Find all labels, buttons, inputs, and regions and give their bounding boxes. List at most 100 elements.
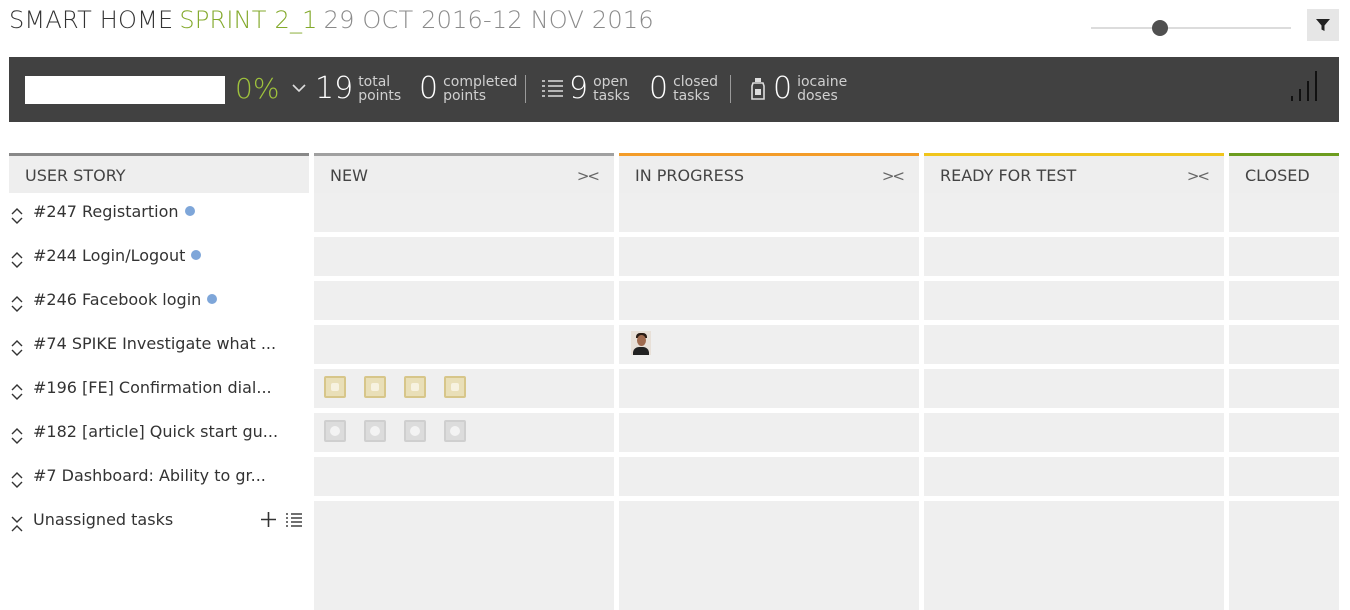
- cell-new[interactable]: [314, 457, 614, 496]
- story-title[interactable]: #246 Facebook login: [33, 290, 218, 309]
- filter-icon: [1316, 19, 1330, 31]
- expand-icon[interactable]: [9, 383, 25, 401]
- expand-icon[interactable]: [9, 427, 25, 445]
- fold-column-icon[interactable]: ><: [882, 167, 905, 185]
- plus-icon[interactable]: [260, 511, 277, 528]
- story-row[interactable]: #74 SPIKE Investigate what ...: [9, 325, 309, 365]
- cell-in-progress[interactable]: [619, 325, 919, 364]
- column-title: CLOSED: [1245, 166, 1310, 185]
- task-card[interactable]: [404, 376, 426, 398]
- cell-ready-for-test[interactable]: [924, 237, 1224, 276]
- cell-closed[interactable]: [1229, 501, 1339, 610]
- story-title[interactable]: #244 Login/Logout: [33, 246, 202, 265]
- cell-in-progress[interactable]: [619, 413, 919, 452]
- cell-ready-for-test[interactable]: [924, 413, 1224, 452]
- cell-in-progress[interactable]: [619, 237, 919, 276]
- expand-icon[interactable]: [9, 471, 25, 489]
- sprint-dates: 29 OCT 2016-12 NOV 2016: [323, 6, 654, 34]
- open-tasks-stat: 9 open tasks: [541, 71, 630, 107]
- sprint-progress-bar: [25, 76, 225, 104]
- stats-divider: [525, 75, 526, 103]
- story-row[interactable]: #196 [FE] Confirmation dial...: [9, 369, 309, 409]
- completed-points-value: 0: [419, 71, 439, 106]
- zoom-slider-handle[interactable]: [1152, 20, 1168, 36]
- closed-tasks-label: closed tasks: [673, 74, 719, 104]
- expand-icon[interactable]: [9, 207, 25, 225]
- signal-bars-icon[interactable]: [1289, 69, 1325, 103]
- sprint-name: SPRINT 2_1: [179, 6, 318, 34]
- cell-in-progress[interactable]: [619, 369, 919, 408]
- page-title: SMART HOME SPRINT 2_1 29 OCT 2016-12 NOV 2…: [9, 6, 654, 34]
- cell-ready-for-test[interactable]: [924, 369, 1224, 408]
- story-row[interactable]: #7 Dashboard: Ability to gr...: [9, 457, 309, 497]
- fold-column-icon[interactable]: ><: [1187, 167, 1210, 185]
- story-title[interactable]: #7 Dashboard: Ability to gr...: [33, 466, 266, 485]
- cell-closed[interactable]: [1229, 281, 1339, 320]
- story-title[interactable]: #196 [FE] Confirmation dial...: [33, 378, 272, 397]
- task-card[interactable]: [404, 420, 426, 442]
- cell-in-progress[interactable]: [619, 193, 919, 232]
- column-title: IN PROGRESS: [635, 166, 745, 185]
- sprint-stats-bar: 0% 19 total points 0 completed points 9 op…: [9, 57, 1339, 122]
- cell-closed[interactable]: [1229, 413, 1339, 452]
- closed-tasks-value: 0: [649, 71, 669, 106]
- zoom-slider-track[interactable]: [1091, 27, 1291, 29]
- cell-closed[interactable]: [1229, 193, 1339, 232]
- cell-closed[interactable]: [1229, 325, 1339, 364]
- cell-new[interactable]: [314, 281, 614, 320]
- story-title[interactable]: #182 [article] Quick start gu...: [33, 422, 278, 441]
- expand-icon[interactable]: [9, 251, 25, 269]
- chevron-down-icon[interactable]: [291, 82, 307, 94]
- cell-in-progress[interactable]: [619, 457, 919, 496]
- cell-ready-for-test[interactable]: [924, 281, 1224, 320]
- column-header-user-story: USER STORY: [9, 153, 309, 193]
- list-icon[interactable]: [285, 511, 303, 528]
- column-title: USER STORY: [25, 166, 126, 185]
- list-icon: [542, 80, 563, 97]
- iocaine-stat: 0 iocaine doses: [749, 71, 847, 107]
- story-row[interactable]: #244 Login/Logout: [9, 237, 309, 277]
- status-dot: [184, 206, 195, 216]
- task-card[interactable]: [324, 420, 346, 442]
- iocaine-label: iocaine doses: [797, 74, 848, 104]
- task-card[interactable]: [364, 420, 386, 442]
- cell-ready-for-test[interactable]: [924, 325, 1224, 364]
- task-card[interactable]: [444, 420, 466, 442]
- task-card[interactable]: [364, 376, 386, 398]
- story-title[interactable]: #247 Registartion: [33, 202, 195, 221]
- column-header-in-progress: IN PROGRESS ><: [619, 153, 919, 193]
- cell-ready-for-test[interactable]: [924, 457, 1224, 496]
- expand-icon[interactable]: [9, 339, 25, 357]
- open-tasks-value: 9: [569, 71, 589, 106]
- closed-tasks-stat: 0 closed tasks: [649, 71, 718, 107]
- cell-closed[interactable]: [1229, 237, 1339, 276]
- story-row[interactable]: #247 Registartion: [9, 193, 309, 233]
- cell-closed[interactable]: [1229, 457, 1339, 496]
- cell-in-progress[interactable]: [619, 281, 919, 320]
- cell-new[interactable]: [314, 193, 614, 232]
- expand-icon[interactable]: [9, 295, 25, 313]
- cell-new[interactable]: [314, 501, 614, 610]
- story-row[interactable]: #246 Facebook login: [9, 281, 309, 321]
- cell-in-progress[interactable]: [619, 501, 919, 610]
- cell-new[interactable]: [314, 325, 614, 364]
- assignee-avatar[interactable]: [631, 331, 651, 355]
- total-points-label: total points: [358, 74, 402, 104]
- filter-button[interactable]: [1307, 9, 1339, 41]
- cell-closed[interactable]: [1229, 369, 1339, 408]
- cell-ready-for-test[interactable]: [924, 501, 1224, 610]
- project-name[interactable]: SMART HOME: [9, 6, 173, 34]
- cell-new[interactable]: [314, 237, 614, 276]
- story-row[interactable]: #182 [article] Quick start gu...: [9, 413, 309, 453]
- completion-percent: 0%: [235, 72, 280, 105]
- task-card[interactable]: [324, 376, 346, 398]
- total-points-value: 19: [315, 71, 354, 106]
- completed-points-stat: 0 completed points: [419, 71, 517, 107]
- fold-column-icon[interactable]: ><: [577, 167, 600, 185]
- story-title[interactable]: #74 SPIKE Investigate what ...: [33, 334, 276, 353]
- task-card[interactable]: [444, 376, 466, 398]
- cell-ready-for-test[interactable]: [924, 193, 1224, 232]
- collapse-icon[interactable]: [9, 515, 25, 533]
- unassigned-title[interactable]: Unassigned tasks: [33, 510, 173, 529]
- page-header: SMART HOME SPRINT 2_1 29 OCT 2016-12 NOV 2…: [0, 0, 1350, 57]
